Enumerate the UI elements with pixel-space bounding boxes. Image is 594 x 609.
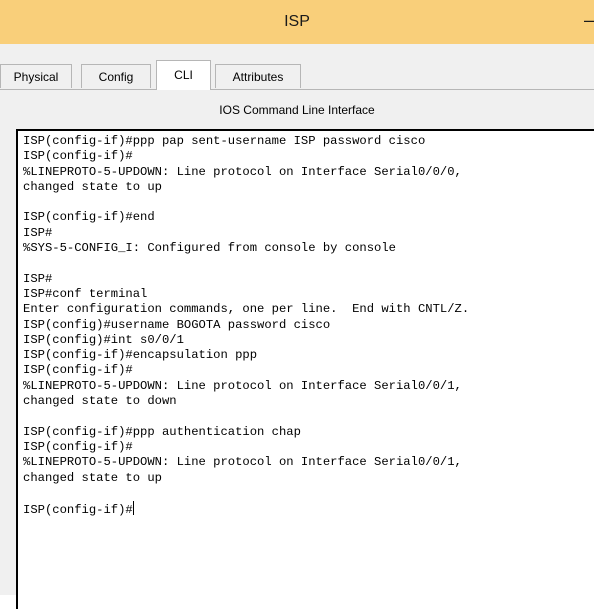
cli-line: ISP(config-if)#encapsulation ppp — [23, 348, 258, 363]
cli-line: changed state to up — [23, 470, 162, 485]
cli-output[interactable]: ISP(config-if)#ppp pap sent-username ISP… — [18, 131, 594, 518]
tab-strip: Physical Config CLI Attributes — [0, 44, 594, 90]
cli-line: Enter configuration commands, one per li… — [23, 302, 470, 317]
cli-line: ISP# — [23, 225, 53, 240]
text-cursor — [132, 501, 134, 516]
minimize-icon[interactable]: – — [584, 10, 594, 31]
cli-line: ISP(config-if)#ppp authentication chap — [23, 424, 301, 439]
cli-line: ISP(config-if)#end — [23, 210, 155, 225]
tab-physical[interactable]: Physical — [0, 64, 72, 88]
cli-line: ISP(config-if)#ppp pap sent-username ISP… — [23, 134, 426, 148]
cli-line: ISP(config-if)# — [23, 149, 133, 164]
cli-line: %LINEPROTO-5-UPDOWN: Line protocol on In… — [23, 378, 462, 393]
cli-line: %SYS-5-CONFIG_I: Configured from console… — [23, 241, 396, 256]
cli-prompt: ISP(config-if)# — [23, 503, 133, 518]
cli-line: changed state to up — [23, 179, 162, 194]
cli-line: %LINEPROTO-5-UPDOWN: Line protocol on In… — [23, 455, 462, 470]
cli-line: ISP# — [23, 271, 53, 286]
cli-line: ISP#conf terminal — [23, 286, 148, 301]
cli-line: ISP(config-if)# — [23, 363, 133, 378]
cli-panel: IOS Command Line Interface ISP(config-if… — [0, 90, 594, 609]
cli-line: ISP(config-if)# — [23, 439, 133, 454]
tab-attributes[interactable]: Attributes — [215, 64, 301, 88]
tab-config[interactable]: Config — [81, 64, 151, 88]
window-title: ISP — [284, 13, 310, 30]
cli-output-lines: ISP(config-if)#ppp pap sent-username ISP… — [23, 134, 469, 485]
cli-heading: IOS Command Line Interface — [219, 103, 375, 117]
cli-line: ISP(config)#int s0/0/1 — [23, 332, 184, 347]
cli-line: %LINEPROTO-5-UPDOWN: Line protocol on In… — [23, 164, 462, 179]
cli-line: ISP(config)#username BOGOTA password cis… — [23, 317, 331, 332]
cli-line: changed state to down — [23, 394, 177, 409]
tab-cli[interactable]: CLI — [156, 60, 211, 90]
title-bar[interactable]: ISP – — [0, 0, 594, 44]
cli-terminal[interactable]: ISP(config-if)#ppp pap sent-username ISP… — [16, 129, 594, 609]
